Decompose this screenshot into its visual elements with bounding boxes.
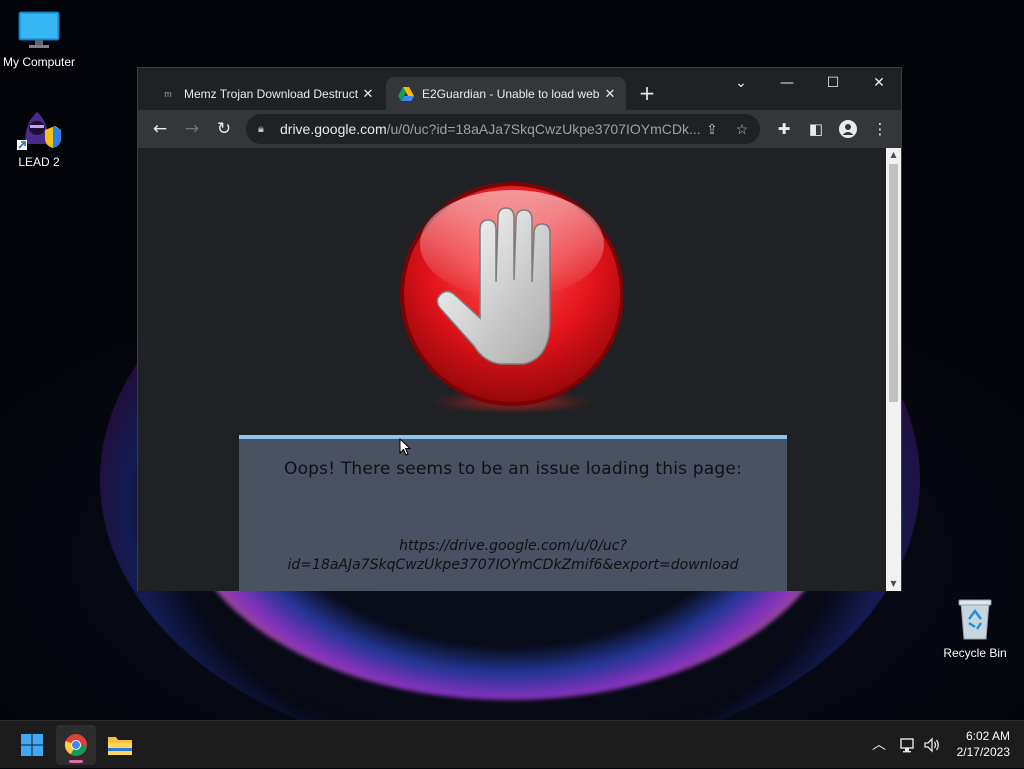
volume-icon[interactable] (920, 721, 944, 769)
start-button[interactable] (12, 725, 52, 765)
tab-title: E2Guardian - Unable to load web (422, 86, 600, 101)
error-heading: Oops! There seems to be an issue loading… (284, 459, 742, 479)
bookmark-star-icon[interactable]: ☆ (728, 114, 756, 144)
minimize-button[interactable]: — (764, 68, 810, 98)
desktop-icon-label: Recycle Bin (943, 646, 1007, 660)
tab-e2guardian[interactable]: E2Guardian - Unable to load web ✕ (386, 77, 626, 110)
back-button[interactable]: ← (148, 117, 172, 141)
monitor-icon (18, 11, 60, 48)
address-path: /u/0/uc?id=18aAJa7SkqCwzUkpe3707IOYmCDk.… (386, 121, 701, 137)
scrollbar-thumb[interactable] (889, 164, 898, 402)
desktop-icon-label: My Computer (2, 55, 76, 69)
page-viewport: Oops! There seems to be an issue loading… (138, 148, 886, 591)
chrome-icon (64, 734, 87, 756)
error-card: Oops! There seems to be an issue loading… (239, 435, 787, 591)
folder-icon (108, 737, 132, 755)
blocked-url-line-2: id=18aAJa7SkqCwzUkpe3707IOYmCDkZmif6&exp… (287, 557, 739, 573)
lock-icon: 🔒︎ (258, 122, 264, 135)
taskbar-chrome[interactable] (56, 725, 96, 765)
google-drive-icon (398, 86, 414, 102)
tab-memz-trojan[interactable]: m Memz Trojan Download Destructi ✕ (148, 77, 384, 110)
taskbar-clock[interactable]: 6:02 AM 2/17/2023 (957, 728, 1010, 760)
desktop-icon-my-computer[interactable]: My Computer (0, 10, 79, 69)
browser-toolbar: ← → ↻ 🔒︎ drive.google.com /u/0/uc?id=18a… (138, 110, 901, 148)
extensions-puzzle-icon[interactable]: ✚ (772, 117, 796, 141)
show-hidden-icons-chevron-icon[interactable]: ︿ (868, 721, 890, 769)
tab-title: Memz Trojan Download Destructi (184, 86, 358, 101)
clock-date: 2/17/2023 (956, 745, 1010, 759)
desktop-icon-lead-2[interactable]: LEAD 2 (0, 104, 79, 169)
tab-search-chevron-icon[interactable]: ⌄ (718, 68, 764, 98)
blocked-url-line-1: https://drive.google.com/u/0/uc? (399, 538, 627, 554)
desktop-icon-recycle-bin[interactable]: Recycle Bin (935, 597, 1015, 660)
profile-avatar-icon[interactable] (836, 117, 860, 141)
close-window-button[interactable]: ✕ (856, 68, 902, 98)
share-icon[interactable]: ⇪ (698, 114, 726, 144)
hacker-shield-icon (17, 112, 61, 150)
scroll-down-arrow-icon[interactable]: ▼ (886, 577, 901, 591)
tab-strip: m Memz Trojan Download Destructi ✕ E2Gua… (138, 68, 901, 110)
active-app-indicator (69, 760, 83, 763)
browser-window: m Memz Trojan Download Destructi ✕ E2Gua… (137, 67, 902, 591)
menu-kebab-icon[interactable]: ⋮ (868, 117, 892, 141)
forward-button[interactable]: → (180, 117, 204, 141)
windows-logo-icon (21, 734, 43, 756)
network-icon[interactable] (896, 721, 918, 769)
address-bar[interactable]: 🔒︎ drive.google.com /u/0/uc?id=18aAJa7Sk… (246, 114, 760, 144)
site-favicon-icon: m (164, 88, 172, 99)
taskbar: ︿ 6:02 AM 2/17/2023 (0, 720, 1024, 768)
maximize-button[interactable]: ☐ (810, 68, 856, 98)
scroll-up-arrow-icon[interactable]: ▲ (886, 148, 901, 162)
clock-time: 6:02 AM (965, 729, 1010, 743)
side-panel-icon[interactable]: ◧ (804, 117, 828, 141)
new-tab-button[interactable]: + (636, 82, 658, 104)
address-host: drive.google.com (280, 121, 387, 137)
reload-button[interactable]: ↻ (212, 117, 236, 141)
vertical-scrollbar[interactable]: ▲ ▼ (886, 148, 901, 591)
desktop-icon-label: LEAD 2 (18, 155, 60, 169)
taskbar-file-explorer[interactable] (100, 725, 140, 765)
blocked-url[interactable]: https://drive.google.com/u/0/uc? id=18aA… (239, 537, 787, 575)
close-tab-icon[interactable]: ✕ (358, 86, 378, 102)
close-tab-icon[interactable]: ✕ (600, 86, 620, 102)
mouse-cursor-icon (399, 438, 411, 456)
recycle-bin-icon (958, 599, 992, 640)
stop-hand-icon (400, 182, 624, 414)
